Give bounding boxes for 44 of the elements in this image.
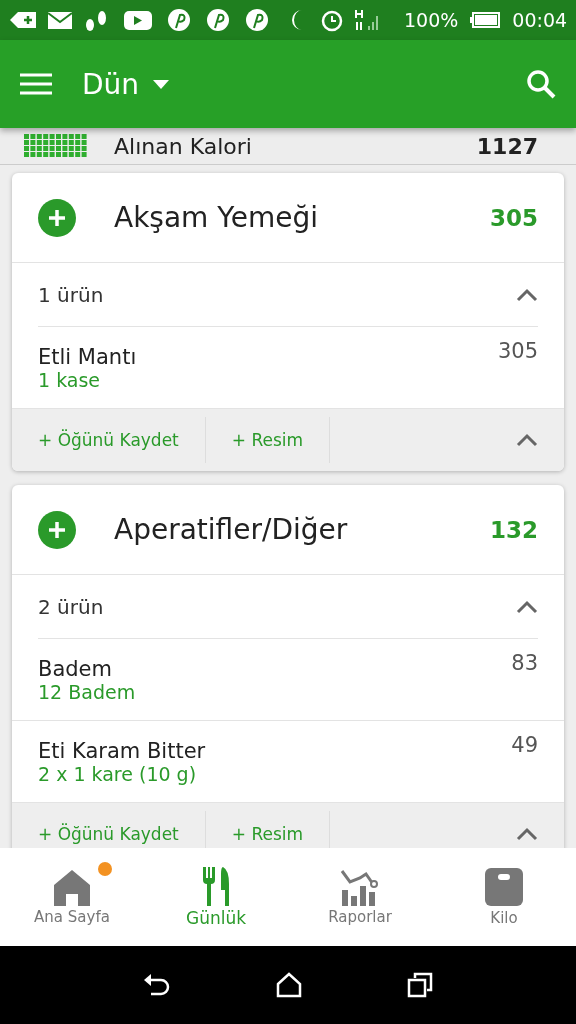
food-name[interactable]: Badem: [38, 656, 136, 681]
chevron-up-icon[interactable]: [516, 287, 538, 302]
calorie-label: Alınan Kalori: [114, 133, 253, 159]
nav-tab[interactable]: Ana Sayfa: [0, 848, 144, 946]
chevron-up-icon[interactable]: [516, 599, 538, 614]
chevron-up-icon[interactable]: [516, 433, 538, 447]
nav-tab[interactable]: Günlük: [144, 848, 288, 946]
date-title[interactable]: Dün: [82, 67, 140, 101]
dropdown-caret-icon[interactable]: [153, 79, 170, 89]
nav-tab[interactable]: Kilo: [432, 848, 576, 946]
meal-action-button[interactable]: + Öğünü Kaydet: [12, 417, 206, 463]
nav-tab[interactable]: Raporlar: [288, 848, 432, 946]
add-icon[interactable]: [38, 198, 76, 237]
item-count: 1 ürün: [38, 282, 104, 307]
add-icon[interactable]: [38, 510, 76, 549]
meal-action-button[interactable]: + Resim: [205, 417, 331, 463]
home-icon: [52, 868, 92, 906]
food-name[interactable]: Eti Karam Bitter: [38, 738, 206, 763]
food-calories: 49: [511, 733, 538, 757]
meal-title: Aperatifler/Diğer: [114, 513, 349, 546]
recents-icon[interactable]: [407, 972, 434, 998]
food-calories: 83: [511, 651, 538, 675]
food-amount: 1 kase: [38, 368, 102, 391]
grid-icon: [24, 134, 88, 158]
food-amount: 12 Badem: [38, 680, 136, 703]
meal-calories: 305: [490, 204, 538, 231]
battery-icon: [470, 12, 501, 28]
chart-icon: [340, 868, 380, 906]
chevron-up-icon[interactable]: [516, 827, 538, 841]
item-count: 2 ürün: [38, 594, 104, 619]
meal-title: Akşam Yemeği: [114, 201, 319, 234]
meal-calories: 132: [490, 516, 538, 543]
calorie-total: 1127: [476, 133, 538, 159]
battery-percent: 100%: [404, 9, 459, 31]
menu-icon[interactable]: [20, 73, 52, 95]
food-name[interactable]: Etli Mantı: [38, 344, 137, 369]
home-button-icon[interactable]: [276, 972, 302, 998]
back-icon[interactable]: [142, 972, 171, 998]
fork-knife-icon: [201, 866, 231, 906]
food-calories: 305: [497, 339, 538, 363]
search-icon[interactable]: [526, 69, 556, 99]
clock-time: 00:04: [512, 9, 568, 31]
food-amount: 2 x 1 kare (10 g): [38, 762, 198, 785]
scale-icon: [484, 867, 524, 907]
